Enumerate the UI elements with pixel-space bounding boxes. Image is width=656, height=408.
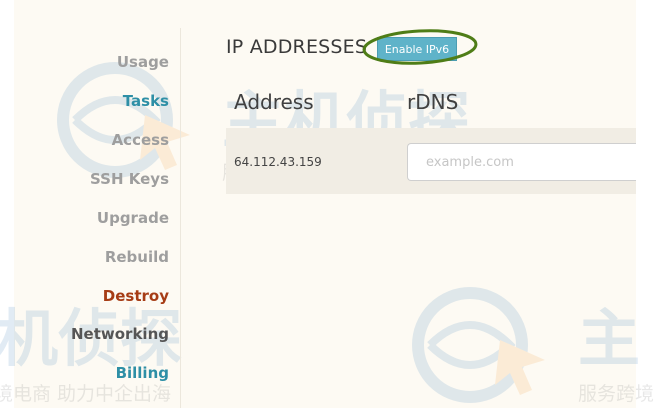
sidebar-item-usage[interactable]: Usage — [0, 53, 169, 71]
enable-ipv6-button[interactable]: Enable IPv6 — [377, 37, 457, 61]
sidebar-item-ssh-keys[interactable]: SSH Keys — [0, 170, 169, 188]
rdns-input[interactable] — [407, 143, 636, 181]
sidebar-item-access[interactable]: Access — [0, 131, 169, 149]
column-header-address: Address — [234, 90, 314, 114]
sidebar-item-tasks[interactable]: Tasks — [0, 92, 169, 110]
sidebar-item-networking[interactable]: Networking — [0, 325, 169, 343]
sidebar-item-billing[interactable]: Billing — [0, 364, 169, 382]
sidebar-item-rebuild[interactable]: Rebuild — [0, 248, 169, 266]
sidebar-item-destroy[interactable]: Destroy — [0, 287, 169, 305]
section-title: IP ADDRESSES — [226, 36, 368, 58]
column-header-rdns: rDNS — [407, 90, 459, 114]
ip-address-value: 64.112.43.159 — [234, 155, 322, 169]
sidebar-item-upgrade[interactable]: Upgrade — [0, 209, 169, 227]
